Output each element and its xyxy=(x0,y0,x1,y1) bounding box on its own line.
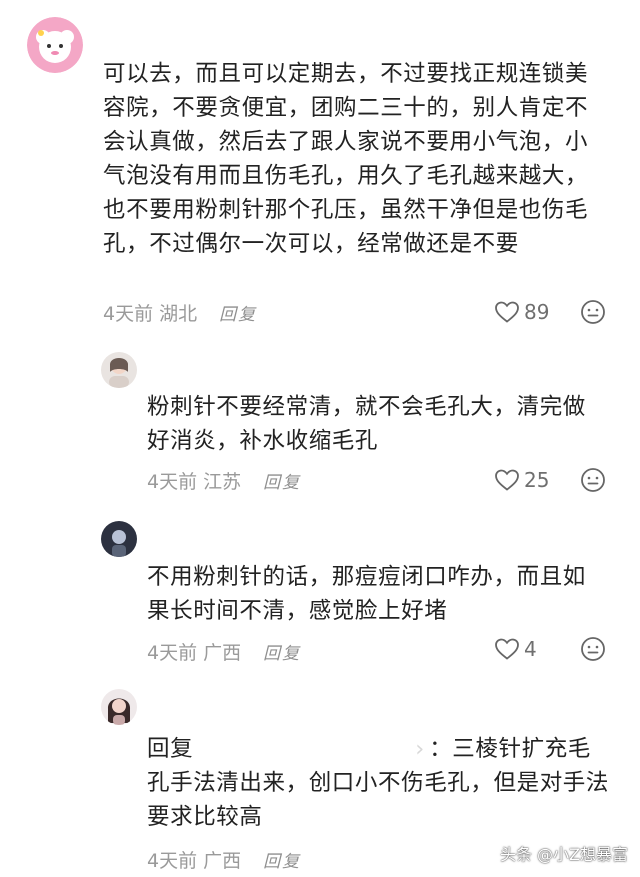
comment-actions: 25 xyxy=(494,465,606,495)
neutral-face-icon xyxy=(581,468,605,492)
comment-text: 不用粉刺针的话，那痘痘闭口咋办，而且如果长时间不清，感觉脸上好堵 xyxy=(147,564,586,624)
comment-time: 4天前 xyxy=(147,849,198,872)
comment-meta: 4天前 江苏 回复 xyxy=(147,466,301,494)
heart-outline-icon xyxy=(495,469,519,491)
heart-outline-icon xyxy=(495,638,519,660)
comment-location: 广西 xyxy=(203,849,242,872)
avatar[interactable] xyxy=(101,689,137,725)
reply-button[interactable]: 回复 xyxy=(263,468,301,493)
comment-meta: 4天前 湖北 回复 xyxy=(103,298,257,326)
comment-text: 回复 › ：三棱针扩充毛孔手法清出来，创口小不伤毛孔，但是对手法要求比较高 xyxy=(147,732,612,834)
avatar[interactable] xyxy=(101,352,137,388)
reply-prefix: 回复 xyxy=(147,736,194,762)
avatar-photo-image xyxy=(101,352,137,388)
comment-text: 粉刺针不要经常清，就不会毛孔大，清完做好消炎，补水收缩毛孔 xyxy=(147,394,586,454)
mention-username-blank[interactable]: › xyxy=(193,732,429,766)
like-button[interactable]: 4 xyxy=(494,637,550,661)
neutral-face-icon xyxy=(581,300,605,324)
avatar-cartoon-image xyxy=(27,17,83,73)
like-button[interactable]: 89 xyxy=(494,300,550,324)
comment-location: 江苏 xyxy=(203,470,242,493)
comment-meta: 4天前 广西 回复 xyxy=(147,845,301,873)
reply-button[interactable]: 回复 xyxy=(219,300,257,325)
emoji-reaction-button[interactable] xyxy=(580,467,606,493)
comment-location: 广西 xyxy=(203,641,242,664)
comment-location: 湖北 xyxy=(159,302,198,325)
avatar-photo-image xyxy=(101,521,137,557)
comment-actions: 4 xyxy=(494,634,606,664)
like-button[interactable]: 25 xyxy=(494,468,550,492)
avatar-photo-image xyxy=(101,689,137,725)
like-count: 25 xyxy=(524,468,550,492)
comment-meta: 4天前 广西 回复 xyxy=(147,637,301,665)
comment-actions: 89 xyxy=(494,297,606,327)
avatar[interactable] xyxy=(101,521,137,557)
heart-outline-icon xyxy=(495,301,519,323)
comment-time: 4天前 xyxy=(103,302,154,325)
comment-time: 4天前 xyxy=(147,470,198,493)
emoji-reaction-button[interactable] xyxy=(580,636,606,662)
emoji-reaction-button[interactable] xyxy=(580,299,606,325)
like-count: 4 xyxy=(524,637,537,661)
neutral-face-icon xyxy=(581,637,605,661)
comment-text: 可以去，而且可以定期去，不过要找正规连锁美容院，不要贪便宜，团购二三十的，别人肯… xyxy=(103,61,589,257)
avatar[interactable] xyxy=(27,17,83,73)
reply-button[interactable]: 回复 xyxy=(263,847,301,872)
like-count: 89 xyxy=(524,300,550,324)
reply-button[interactable]: 回复 xyxy=(263,639,301,664)
comment-time: 4天前 xyxy=(147,641,198,664)
watermark: 头条 @小Z想暴富 xyxy=(499,845,628,864)
